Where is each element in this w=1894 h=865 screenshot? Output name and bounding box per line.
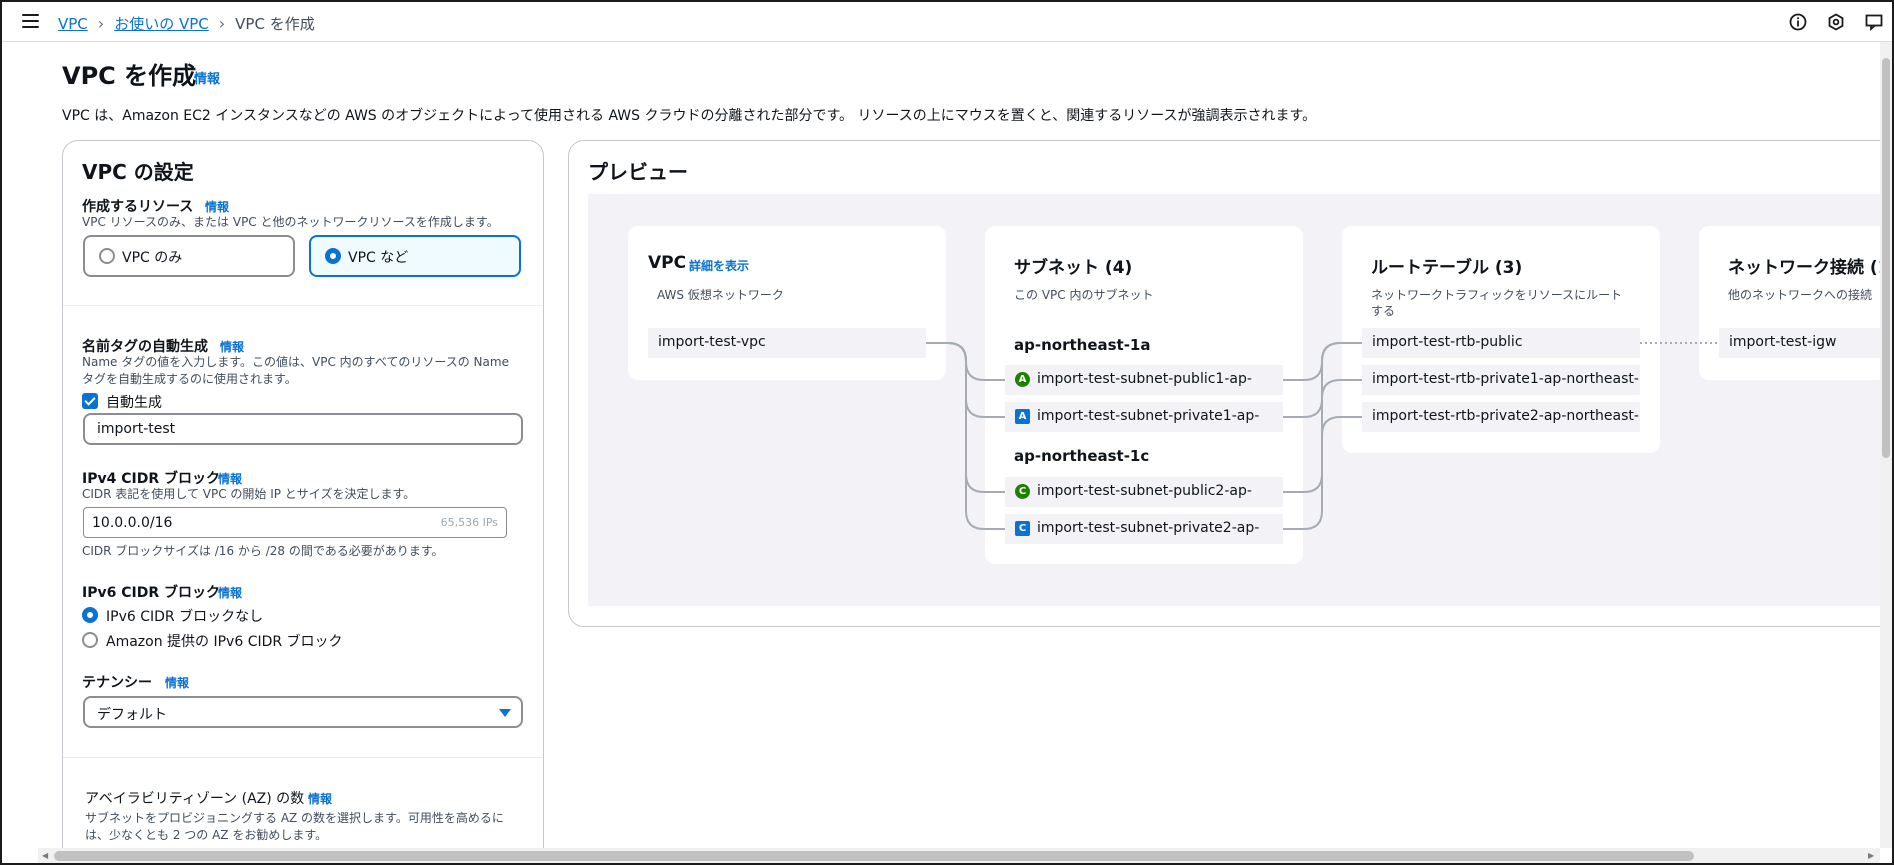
divider — [63, 305, 543, 306]
ipv4-hint: CIDR ブロックサイズは /16 から /28 の間である必要があります。 — [82, 544, 444, 558]
subnets-card-title: サブネット (4) — [1014, 258, 1133, 278]
radio-vpc-and-more[interactable] — [325, 248, 341, 264]
az-c-badge-icon: C — [1015, 521, 1030, 536]
rtb-private2-label: import-test-rtb-private2-ap-northeast- — [1372, 408, 1639, 424]
feedback-icon[interactable] — [1864, 12, 1884, 32]
resources-info-link[interactable]: 情報 — [205, 198, 229, 215]
vpc-and-more-label: VPC など — [348, 250, 409, 266]
ipv4-info-link[interactable]: 情報 — [218, 470, 242, 487]
route-tables-card-subtitle: ネットワークトラフィックをリソースにルートする — [1371, 288, 1623, 318]
radio-no-ipv6[interactable] — [82, 607, 98, 623]
vpc-only-label: VPC のみ — [122, 250, 183, 266]
ipv4-ip-count: 65,536 IPs — [440, 516, 498, 529]
subnet-private2-label: import-test-subnet-private2-ap- — [1037, 520, 1260, 536]
subnet-public2-label: import-test-subnet-public2-ap- — [1037, 483, 1252, 499]
ipv4-cidr-label: IPv4 CIDR ブロック — [82, 471, 220, 487]
rtb-private1-item[interactable]: import-test-rtb-private1-ap-northeast- — [1362, 365, 1640, 395]
tenancy-info-link[interactable]: 情報 — [165, 674, 189, 691]
rtb-public-item[interactable]: import-test-rtb-public — [1362, 328, 1640, 358]
tenancy-value: デフォルト — [97, 707, 167, 723]
name-tag-info-link[interactable]: 情報 — [220, 338, 244, 355]
radio-amazon-ipv6[interactable] — [82, 632, 98, 648]
az-info-link[interactable]: 情報 — [308, 790, 332, 807]
preview-title: プレビュー — [588, 160, 688, 184]
vpc-card-title: VPC — [648, 253, 687, 273]
ipv4-cidr-input[interactable]: 10.0.0.0/16 65,536 IPs — [83, 507, 507, 538]
subnet-private2-item[interactable]: Cimport-test-subnet-private2-ap- — [1005, 514, 1283, 544]
ipv6-info-link[interactable]: 情報 — [218, 584, 242, 601]
igw-item[interactable]: import-test-igw — [1719, 328, 1880, 358]
horizontal-scroll-thumb[interactable] — [54, 851, 1694, 861]
ipv4-cidr-value: 10.0.0.0/16 — [92, 515, 173, 531]
page-info-link[interactable]: 情報 — [194, 68, 220, 87]
breadcrumb-current: VPC を作成 — [235, 15, 315, 33]
tenancy-label: テナンシー — [82, 675, 152, 691]
subnet-private1-label: import-test-subnet-private1-ap- — [1037, 408, 1260, 424]
vpc-card-subtitle: AWS 仮想ネットワーク — [657, 288, 784, 302]
name-tag-description: Name タグの値を入力します。この値は、VPC 内のすべてのリソースの Nam… — [82, 355, 509, 386]
scroll-right-arrow-icon[interactable]: ▶ — [1868, 851, 1874, 860]
rtb-public-label: import-test-rtb-public — [1372, 334, 1523, 350]
horizontal-scrollbar[interactable]: ◀ ▶ — [38, 848, 1880, 863]
info-icon[interactable] — [1788, 12, 1808, 32]
amazon-ipv6-label: Amazon 提供の IPv6 CIDR ブロック — [106, 634, 343, 650]
az-description: サブネットをプロビジョニングする AZ の数を選択します。可用性を高めるには、少… — [85, 811, 504, 842]
resources-label: 作成するリソース — [82, 199, 194, 215]
vpc-only-option[interactable]: VPC のみ — [83, 235, 295, 277]
subnet-public1-item[interactable]: Aimport-test-subnet-public1-ap- — [1005, 365, 1283, 395]
name-tag-value: import-test — [97, 421, 176, 437]
radio-vpc-only[interactable] — [99, 248, 115, 264]
az-1a-heading: ap-northeast-1a — [1014, 336, 1151, 354]
igw-label: import-test-igw — [1729, 334, 1837, 350]
az-a-badge-icon: A — [1015, 409, 1030, 424]
vpc-name: import-test-vpc — [658, 334, 766, 350]
ipv6-cidr-label: IPv6 CIDR ブロック — [82, 585, 220, 601]
az-1c-heading: ap-northeast-1c — [1014, 447, 1150, 465]
route-tables-card-title: ルートテーブル (3) — [1371, 258, 1523, 278]
subnet-public1-label: import-test-subnet-public1-ap- — [1037, 371, 1252, 387]
scroll-left-arrow-icon[interactable]: ◀ — [42, 851, 48, 860]
chevron-right-icon: › — [97, 14, 105, 33]
name-tag-label: 名前タグの自動生成 — [82, 339, 208, 355]
breadcrumb-your-vpcs[interactable]: お使いの VPC — [114, 13, 209, 34]
az-a-badge-icon: A — [1015, 372, 1030, 387]
name-tag-input[interactable]: import-test — [83, 413, 523, 445]
vertical-scroll-thumb[interactable] — [1882, 58, 1890, 458]
breadcrumb: VPC › お使いの VPC › VPC を作成 — [58, 13, 315, 34]
resources-description: VPC リソースのみ、または VPC と他のネットワークリソースを作成します。 — [82, 215, 499, 229]
vpc-settings-title: VPC の設定 — [82, 160, 194, 184]
vpc-and-more-option[interactable]: VPC など — [309, 235, 521, 277]
rtb-private2-item[interactable]: import-test-rtb-private2-ap-northeast- — [1362, 402, 1640, 432]
auto-generate-checkbox[interactable] — [82, 393, 98, 409]
tenancy-select[interactable]: デフォルト — [83, 696, 523, 728]
vpc-view-details-link[interactable]: 詳細を表示 — [689, 257, 749, 274]
vpc-resource-item[interactable]: import-test-vpc — [648, 328, 926, 358]
network-connections-card-title: ネットワーク接続 (1 — [1728, 258, 1880, 278]
vertical-scrollbar[interactable] — [1880, 42, 1892, 848]
top-navigation-bar: VPC › お使いの VPC › VPC を作成 — [2, 2, 1892, 42]
breadcrumb-vpc[interactable]: VPC — [58, 15, 88, 33]
divider — [63, 757, 543, 758]
auto-generate-label: 自動生成 — [106, 395, 162, 411]
caret-down-icon — [499, 709, 511, 717]
az-count-label: アベイラビリティゾーン (AZ) の数 — [85, 791, 305, 807]
subnets-card-subtitle: この VPC 内のサブネット — [1014, 288, 1154, 302]
chevron-right-icon: › — [218, 14, 226, 33]
ipv4-description: CIDR 表記を使用して VPC の開始 IP とサイズを決定します。 — [82, 487, 416, 501]
network-connections-card-subtitle: 他のネットワークへの接続 — [1728, 288, 1873, 302]
az-c-badge-icon: C — [1015, 484, 1030, 499]
no-ipv6-label: IPv6 CIDR ブロックなし — [106, 609, 264, 625]
rtb-private1-label: import-test-rtb-private1-ap-northeast- — [1372, 371, 1639, 387]
menu-icon[interactable] — [22, 14, 39, 28]
subnet-public2-item[interactable]: Cimport-test-subnet-public2-ap- — [1005, 477, 1283, 507]
page-title: VPC を作成 — [62, 62, 197, 90]
subnet-private1-item[interactable]: Aimport-test-subnet-private1-ap- — [1005, 402, 1283, 432]
settings-icon[interactable] — [1826, 12, 1846, 32]
page-description: VPC は、Amazon EC2 インスタンスなどの AWS のオブジェクトによ… — [62, 108, 1317, 124]
